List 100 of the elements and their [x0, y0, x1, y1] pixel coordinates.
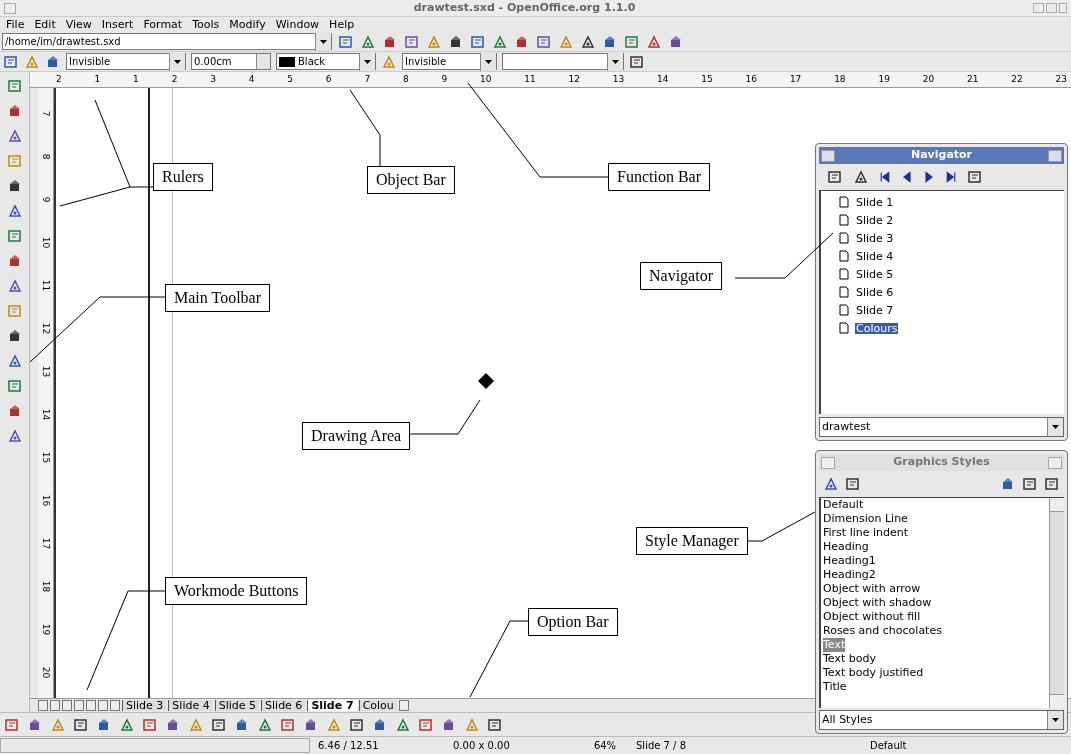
navigator-item[interactable]: Colours	[855, 322, 899, 334]
menu-item[interactable]: File	[6, 19, 25, 30]
style-item[interactable]: Text body justified	[823, 666, 924, 680]
toolbar-icon[interactable]	[6, 353, 23, 369]
tab-scroll-button[interactable]	[62, 700, 72, 711]
style-item[interactable]: Title	[823, 680, 847, 694]
style-item[interactable]: Text	[823, 638, 846, 652]
dropdown-button[interactable]	[1047, 418, 1063, 436]
tab-scroll-button[interactable]	[86, 700, 96, 711]
toolbar-icon[interactable]	[1022, 476, 1038, 492]
ruler-number: 21	[966, 75, 979, 84]
ruler-number: 5	[287, 75, 293, 84]
toolbar-icon[interactable]	[487, 716, 503, 733]
menu-item[interactable]: Insert	[101, 19, 134, 30]
line-color-dropdown[interactable]: Black	[276, 53, 376, 70]
menu-item[interactable]: Tools	[192, 19, 220, 30]
toolbar-icon[interactable]	[967, 169, 983, 185]
navigator-item[interactable]: Slide 4	[855, 250, 895, 262]
menu-item[interactable]: Modify	[229, 19, 266, 30]
toolbar-icon[interactable]	[6, 278, 23, 294]
style-item[interactable]: Heading1	[823, 554, 876, 568]
diamond-shape	[478, 373, 494, 389]
toolbar-icon[interactable]	[1044, 476, 1060, 492]
ruler-number: 9	[41, 196, 50, 203]
navigator-item[interactable]: Slide 5	[855, 268, 895, 280]
size-readout: 0.00 x 0.00	[452, 739, 511, 753]
toolbar-icon[interactable]	[629, 53, 645, 70]
tab-scroll-button[interactable]	[38, 700, 48, 711]
ruler-number: 18	[834, 75, 846, 84]
scrollbar[interactable]	[1049, 498, 1064, 708]
toolbar-icon[interactable]	[349, 716, 365, 733]
toolbar-icon[interactable]	[6, 203, 23, 219]
toolbar-icon[interactable]	[646, 33, 662, 50]
spin-button[interactable]	[256, 54, 270, 69]
page-icon	[839, 322, 849, 334]
menu-item[interactable]: Edit	[34, 19, 56, 30]
toolbar-icon[interactable]	[853, 169, 869, 185]
dropdown-button[interactable]	[607, 52, 623, 71]
callout-label: Navigator	[640, 262, 722, 290]
toolbar-icon[interactable]	[6, 128, 23, 144]
area-fill-dropdown[interactable]	[502, 53, 624, 70]
style-item[interactable]: Heading	[823, 540, 869, 554]
style-item[interactable]: Roses and chocolates	[823, 624, 942, 638]
navigator-item[interactable]: Slide 1	[855, 196, 895, 208]
navigation-arrow-icon[interactable]	[945, 170, 957, 184]
callout-label: Object Bar	[367, 166, 455, 194]
line-width-field[interactable]: 0.00cm	[191, 53, 271, 70]
navigation-arrow-icon[interactable]	[879, 170, 891, 184]
style-item[interactable]: Heading2	[823, 568, 876, 582]
document-dropdown[interactable]: drawtest	[819, 417, 1064, 437]
dropdown-button[interactable]	[315, 32, 331, 51]
style-filter-dropdown[interactable]: All Styles	[819, 710, 1064, 730]
area-style-dropdown[interactable]: Invisible	[402, 53, 497, 70]
tab-scroll-button[interactable]	[398, 700, 409, 711]
menu-item[interactable]: View	[65, 19, 92, 30]
navigation-arrow-icon[interactable]	[923, 170, 935, 184]
slide-tab[interactable]: Colou	[358, 700, 397, 711]
ruler-number: 11	[41, 279, 50, 292]
tab-scroll-button[interactable]	[110, 700, 120, 711]
style-item[interactable]: First line indent	[823, 526, 909, 540]
toolbar-icon[interactable]	[827, 169, 843, 185]
dropdown-button[interactable]	[1047, 711, 1063, 729]
toolbar-icon[interactable]	[6, 428, 23, 444]
menu-item[interactable]: Help	[329, 19, 355, 30]
slide-tab[interactable]: Slide 7	[307, 700, 357, 711]
tab-scroll-button[interactable]	[98, 700, 108, 711]
callout-label: Drawing Area	[302, 422, 411, 450]
toolbar-icon[interactable]	[73, 716, 89, 733]
navigation-arrow-icon[interactable]	[901, 170, 913, 184]
dropdown-button[interactable]	[480, 52, 496, 71]
toolbar-icon[interactable]	[580, 33, 596, 50]
style-item[interactable]: Text body	[823, 652, 876, 666]
line-style-dropdown[interactable]: Invisible	[66, 53, 186, 70]
callout-label: Rulers	[153, 163, 213, 191]
navigator-item[interactable]: Slide 7	[855, 304, 895, 316]
slide-tab[interactable]: Slide 5	[214, 700, 260, 711]
style-item[interactable]: Default	[823, 498, 864, 512]
slide-tab[interactable]: Slide 6	[261, 700, 306, 711]
panel-menu-button[interactable]	[821, 149, 835, 162]
dropdown-button[interactable]	[359, 52, 375, 71]
toolbar-icon[interactable]	[211, 716, 227, 733]
dropdown-button[interactable]	[169, 52, 185, 71]
menu-item[interactable]: Format	[143, 19, 183, 30]
navigator-item[interactable]: Slide 6	[855, 286, 895, 298]
url-field[interactable]: /home/im/drawtest.sxd	[2, 33, 332, 50]
navigator-item[interactable]: Slide 3	[855, 232, 895, 244]
style-item[interactable]: Object without fill	[823, 610, 921, 624]
panel-close-button[interactable]	[1048, 149, 1062, 162]
window-title: drawtest.sxd - OpenOffice.org 1.1.0	[412, 0, 637, 16]
style-item[interactable]: Object with arrow	[823, 582, 921, 596]
slide-tab[interactable]: Slide 3	[122, 700, 167, 711]
style-item[interactable]: Dimension Line	[823, 512, 908, 526]
toolbar-icon[interactable]	[823, 476, 839, 492]
toolbar-icon[interactable]	[845, 476, 861, 492]
tab-scroll-button[interactable]	[50, 700, 60, 711]
tab-scroll-button[interactable]	[74, 700, 84, 711]
style-item[interactable]: Object with shadow	[823, 596, 932, 610]
menu-item[interactable]: Window	[275, 19, 320, 30]
navigator-item[interactable]: Slide 2	[855, 214, 895, 226]
slide-tab[interactable]: Slide 4	[168, 700, 213, 711]
